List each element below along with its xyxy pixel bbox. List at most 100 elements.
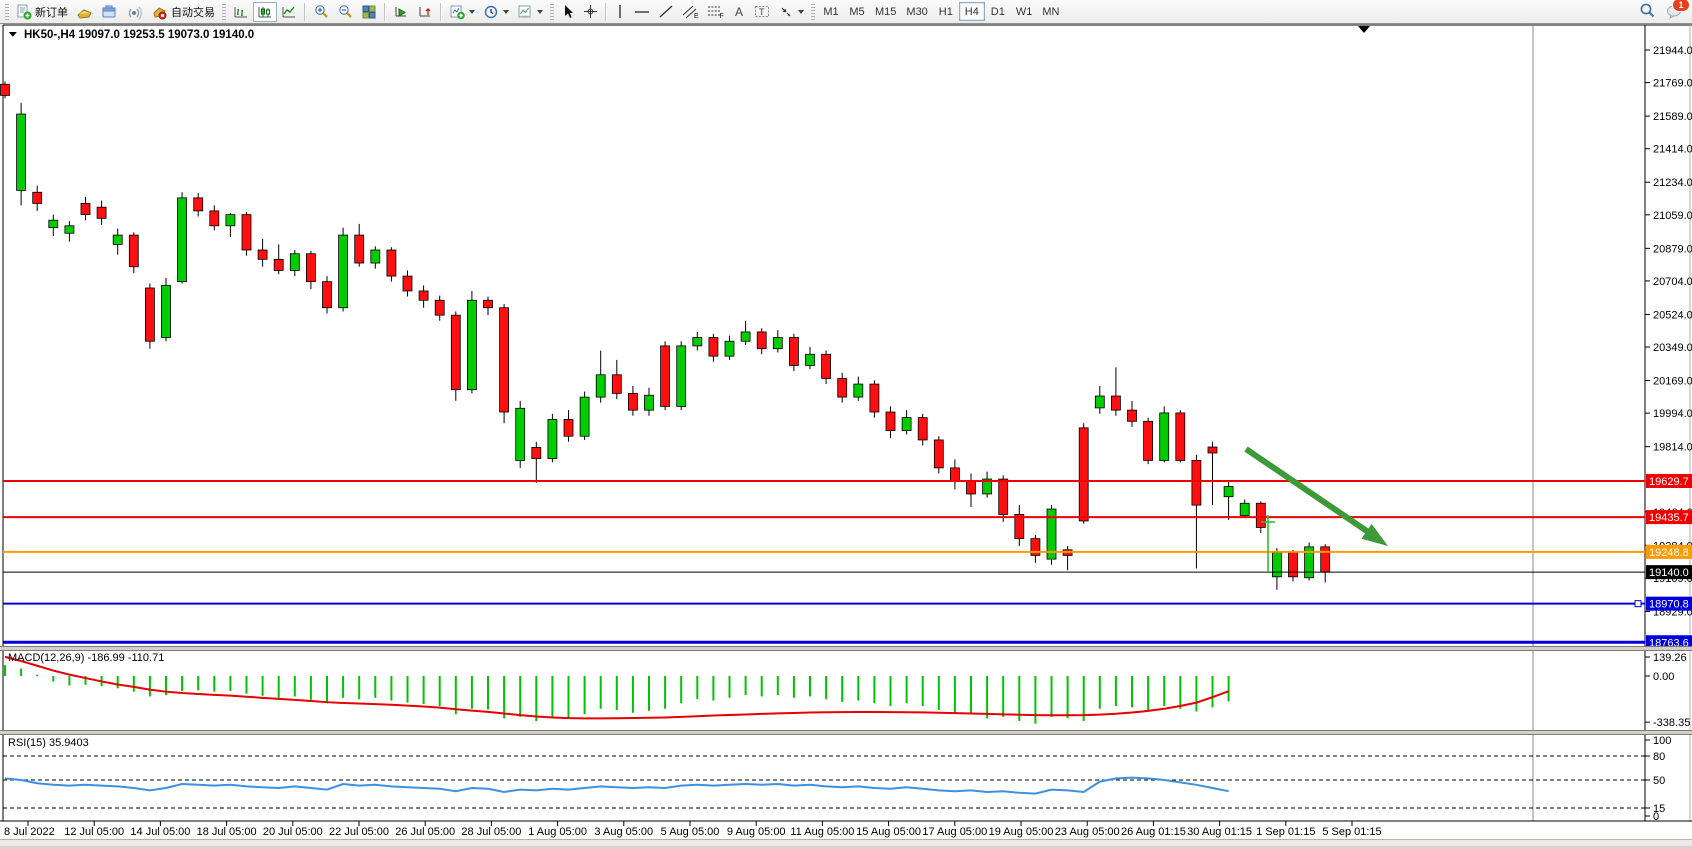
pane-splitter[interactable] [0,730,1692,735]
candle [1079,428,1088,521]
svg-text:19814.0: 19814.0 [1653,442,1692,454]
timeframe-w1[interactable]: W1 [1011,2,1038,21]
text-tool-button[interactable]: A [728,2,750,22]
chart-play-button[interactable] [389,2,413,22]
new-order-button[interactable]: 新订单 [12,2,72,22]
timeframe-d1[interactable]: D1 [985,2,1011,21]
timeframe-m30[interactable]: M30 [901,2,932,21]
timeframe-m1[interactable]: M1 [818,2,844,21]
svg-text:80: 80 [1653,751,1665,763]
chart-background [0,24,1692,846]
vline-tool-button[interactable] [610,2,630,22]
svg-text:T: T [759,7,765,17]
crosshair-tool-button[interactable] [579,2,602,22]
main-toolbar: 新订单 自动交易 [0,0,1692,24]
svg-text:HK50-,H4 19097.0 19253.5 1907: HK50-,H4 19097.0 19253.5 19073.0 19140.0 [24,29,254,41]
line-chart-mode-button[interactable] [277,2,301,22]
timeframe-m15[interactable]: M15 [870,2,901,21]
candle [258,250,267,259]
template-button[interactable] [513,2,547,22]
trendline-tool-button[interactable] [654,2,678,22]
candle [1240,503,1249,515]
candle [548,419,557,458]
candle [709,338,718,357]
svg-text:1 Sep 01:15: 1 Sep 01:15 [1256,826,1315,838]
arrows-tool-button[interactable] [774,2,808,22]
candle [467,300,476,389]
candle [129,235,138,267]
candlestick-mode-button[interactable] [253,2,277,22]
macd-label: MACD(12,26,9) -186.99 -110.71 [8,652,164,664]
svg-text:A: A [735,5,743,19]
candle [950,468,959,481]
channel-tool-button[interactable]: E [678,2,703,22]
clock-icon [483,4,499,20]
toolbar-separator [440,3,442,21]
toolbar-separator [304,3,306,21]
candle [1192,460,1201,505]
profiles-button[interactable] [97,2,122,22]
add-indicator-button[interactable] [445,2,479,22]
candle [113,235,122,244]
pane-splitter[interactable] [0,646,1692,651]
fibonacci-tool-button[interactable]: F [703,2,728,22]
hline-endpoint-marker[interactable] [1635,601,1641,607]
toolbar-grip[interactable] [550,4,554,20]
svg-text:20169.0: 20169.0 [1653,376,1692,388]
signal-button[interactable] [122,2,147,22]
timeframe-h1[interactable]: H1 [933,2,959,21]
zoom-out-button[interactable] [333,2,357,22]
svg-text:19 Aug 05:00: 19 Aug 05:00 [989,826,1054,838]
timeframe-toolbar: M1M5M15M30H1H4D1W1MN [818,2,1064,21]
text-label-tool-button[interactable]: T [750,2,774,22]
candle [1289,553,1298,577]
candle [49,220,58,227]
toolbar-separator [384,3,386,21]
svg-text:21589.0: 21589.0 [1653,111,1692,123]
chart-marker-button[interactable] [413,2,437,22]
tile-windows-button[interactable] [357,2,381,22]
candle [645,395,654,410]
candle [516,408,525,460]
candle [97,207,106,218]
toolbar-grip[interactable] [222,4,226,20]
new-chart-button[interactable] [72,2,97,22]
autotrading-button[interactable]: 自动交易 [147,2,219,22]
candle [999,479,1008,514]
svg-text:F: F [720,13,724,19]
candle [274,259,283,270]
notifications-button[interactable]: 1 [1666,3,1684,22]
bar-chart-mode-button[interactable] [229,2,253,22]
timeframe-m5[interactable]: M5 [844,2,870,21]
candle [1111,396,1120,410]
zoom-in-button[interactable] [309,2,333,22]
toolbar-grip[interactable] [5,4,9,20]
timeframe-h4[interactable]: H4 [959,2,985,21]
svg-text:E: E [694,13,699,19]
candle [17,114,26,190]
svg-text:20 Jul 05:00: 20 Jul 05:00 [263,826,323,838]
candle [677,346,686,407]
svg-text:23 Aug 05:00: 23 Aug 05:00 [1055,826,1120,838]
search-icon[interactable] [1639,2,1656,22]
toolbar-grip[interactable] [811,4,815,20]
candle [33,192,42,203]
candle [81,203,90,214]
candle [500,308,509,412]
timeframe-mn[interactable]: MN [1037,2,1064,21]
period-button[interactable] [479,2,513,22]
cursor-tool-button[interactable] [557,2,579,22]
zoom-out-icon [337,4,353,20]
chart-window[interactable]: 21944.021769.021589.021414.021234.021059… [0,24,1692,846]
candle [596,375,605,397]
hline-tool-button[interactable] [630,2,654,22]
svg-text:8 Jul 2022: 8 Jul 2022 [4,826,55,838]
svg-text:5 Sep 01:15: 5 Sep 01:15 [1322,826,1381,838]
signal-icon [126,4,143,20]
candle [1,84,10,95]
svg-text:20879.0: 20879.0 [1653,243,1692,255]
candle [145,288,154,341]
svg-text:3 Aug 05:00: 3 Aug 05:00 [594,826,653,838]
chart-canvas[interactable]: 21944.021769.021589.021414.021234.021059… [0,24,1692,846]
candle [306,254,315,282]
